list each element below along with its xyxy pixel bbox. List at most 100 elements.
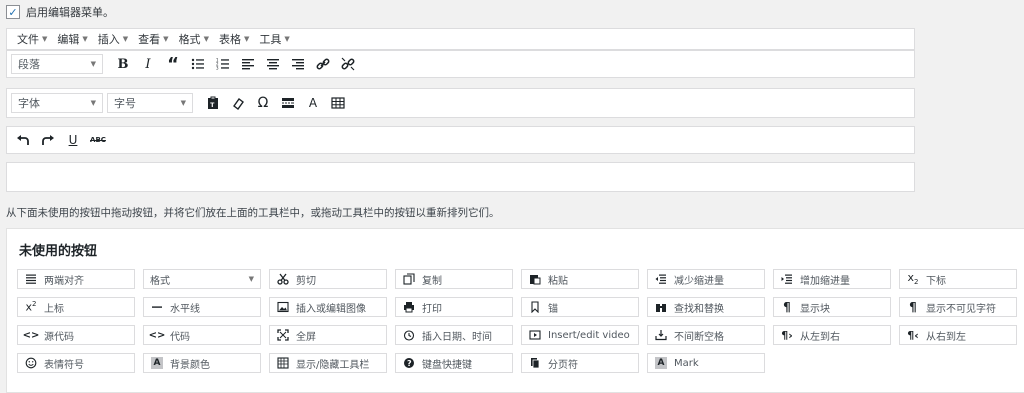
unused-button[interactable]: Insert/edit video [521,325,639,345]
unused-button-label: 复制 [422,275,442,287]
unused-button-label: 从右到左 [926,331,966,343]
unused-button[interactable]: ¶ 显示不可见字符 [899,297,1017,317]
underline-icon[interactable]: U [61,129,85,151]
unused-button-label: 键盘快捷键 [422,359,472,371]
unused-button[interactable]: A Mark [647,353,765,373]
unused-button[interactable]: 粘贴 [521,269,639,289]
font-family-select[interactable]: 字体 ▼ [11,93,103,113]
unused-button[interactable]: 两端对齐 [17,269,135,289]
strikethrough-icon[interactable]: ABC [86,129,110,151]
paste-as-text-icon[interactable]: T [201,92,225,114]
bullet-list-icon[interactable] [186,53,210,75]
font-size-select[interactable]: 字号 ▼ [107,93,193,113]
unused-button[interactable]: 增加缩进量 [773,269,891,289]
paste-icon [528,273,542,285]
unused-button[interactable]: 减少缩进量 [647,269,765,289]
unlink-icon[interactable] [336,53,360,75]
unused-button[interactable]: 插入日期、时间 [395,325,513,345]
menu-file[interactable]: 文件 ▼ [13,31,51,47]
unused-button-label: 源代码 [44,331,74,343]
unused-buttons-title: 未使用的按钮 [19,244,98,259]
unused-button[interactable]: 不间断空格 [647,325,765,345]
chevron-down-icon: ▼ [122,35,129,43]
chevron-down-icon: ▼ [203,35,209,43]
unused-button[interactable]: 格式 ▼ [143,269,261,289]
align-right-icon[interactable] [286,53,310,75]
bgcolor-icon: A [150,357,164,369]
unused-button[interactable]: ¶‹ 从右到左 [899,325,1017,345]
chevron-down-icon: ▼ [90,99,96,107]
link-icon[interactable] [311,53,335,75]
unused-button-label: Insert/edit video [548,329,630,341]
special-character-icon[interactable]: Ω [251,92,275,114]
unused-button[interactable]: <> 源代码 [17,325,135,345]
unused-button[interactable]: 锚 [521,297,639,317]
unused-button-label: 显示块 [800,303,830,315]
unused-button[interactable]: 分页符 [521,353,639,373]
copy-icon [402,273,416,285]
clear-formatting-icon[interactable] [226,92,250,114]
binoculars-icon [654,301,668,313]
toolbar-row-4-empty[interactable] [6,162,915,192]
svg-text:?: ? [407,359,412,368]
chevron-down-icon: ▼ [284,35,290,43]
unused-button-label: 不间断空格 [674,331,724,343]
menu-edit[interactable]: 编辑 ▼ [53,31,91,47]
unused-button[interactable]: 打印 [395,297,513,317]
italic-icon[interactable]: I [136,53,160,75]
unused-buttons-grid: 两端对齐 格式 ▼ 剪切 复制 粘贴 减少缩进量 增加缩进量 x2 下标 x2 上标 水平线 插入或编辑图… [17,269,1017,373]
undo-icon[interactable] [11,129,35,151]
fullscreen-icon [276,329,290,341]
unused-button[interactable]: 插入或编辑图像 [269,297,387,317]
unused-button-label: 打印 [422,303,442,315]
unused-button-label: 从左到右 [800,331,840,343]
unused-button-label: 水平线 [170,303,200,315]
enable-editor-menu-checkbox[interactable]: ✓ [6,5,20,19]
unused-button-label: 两端对齐 [44,275,84,287]
unused-button-label: 格式 [150,275,170,287]
menu-tools[interactable]: 工具 ▼ [255,31,293,47]
chevron-down-icon: ▼ [163,35,169,43]
subscript-icon: x2 [907,271,919,287]
align-left-icon[interactable] [236,53,260,75]
pilcrow-icon: ¶ [909,300,917,314]
help-icon: ? [402,357,416,369]
unused-button[interactable]: x2 下标 [899,269,1017,289]
unused-button[interactable]: ¶ 显示块 [773,297,891,317]
chevron-down-icon: ▼ [248,275,254,283]
unused-button[interactable]: 查找和替换 [647,297,765,317]
ltr-icon: ¶› [781,328,793,342]
unused-button[interactable]: ? 键盘快捷键 [395,353,513,373]
blockquote-icon[interactable]: “ [161,53,185,75]
unused-button[interactable]: 复制 [395,269,513,289]
text-color-icon[interactable]: A [301,92,325,114]
unused-button-label: 下标 [926,275,946,287]
enable-editor-menu-row[interactable]: ✓ 启用编辑器菜单。 [6,4,114,20]
menu-format[interactable]: 格式 ▼ [175,31,213,47]
unused-button[interactable]: 表情符号 [17,353,135,373]
unused-button[interactable]: A 背景颜色 [143,353,261,373]
align-center-icon[interactable] [261,53,285,75]
unused-button[interactable]: 显示/隐藏工具栏 [269,353,387,373]
unused-button[interactable]: x2 上标 [17,297,135,317]
read-more-icon[interactable] [276,92,300,114]
bold-icon[interactable]: B [111,53,135,75]
table-icon[interactable] [326,92,350,114]
numbered-list-icon[interactable]: 123 [211,53,235,75]
pilcrow-icon: ¶ [783,300,791,314]
unused-button-label: 表情符号 [44,359,84,371]
unused-button[interactable]: <> 代码 [143,325,261,345]
unused-button[interactable]: 全屏 [269,325,387,345]
chevron-down-icon: ▼ [42,35,48,43]
code-icon: <> [148,329,166,341]
unused-button[interactable]: 剪切 [269,269,387,289]
unused-button-label: 显示/隐藏工具栏 [296,359,370,371]
unused-button[interactable]: ¶› 从左到右 [773,325,891,345]
chevron-down-icon: ▼ [180,99,186,107]
menu-view[interactable]: 查看 ▼ [134,31,172,47]
format-select[interactable]: 段落 ▼ [11,54,103,74]
menu-insert[interactable]: 插入 ▼ [94,31,132,47]
redo-icon[interactable] [36,129,60,151]
unused-button[interactable]: 水平线 [143,297,261,317]
menu-table[interactable]: 表格 ▼ [215,31,253,47]
